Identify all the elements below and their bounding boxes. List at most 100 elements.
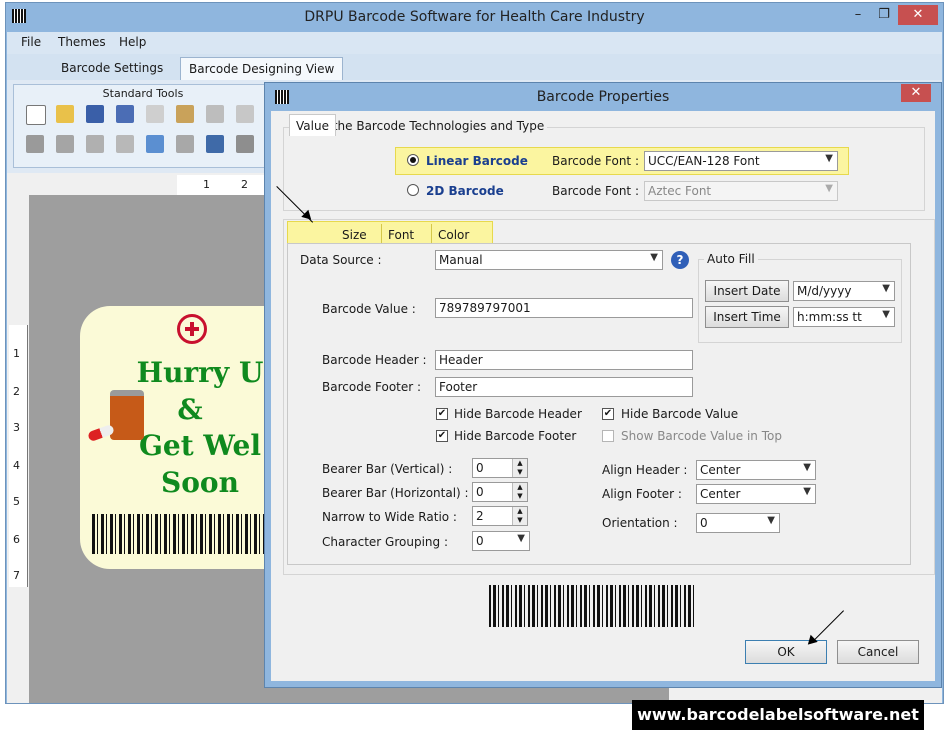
label-text-line: Soon	[161, 466, 239, 499]
spin-down-icon[interactable]: ▼	[512, 468, 527, 477]
tab-barcode-designing-view[interactable]: Barcode Designing View	[180, 57, 344, 80]
save-as-icon[interactable]	[116, 105, 134, 123]
linear-barcode-label[interactable]: Linear Barcode	[426, 154, 528, 168]
bearer-vertical-spinner[interactable]: 0 ▲ ▼	[472, 458, 528, 478]
cancel-button[interactable]: Cancel	[837, 640, 919, 664]
label-barcode-graphic	[92, 514, 278, 554]
dialog-title: Barcode Properties	[536, 89, 670, 105]
chevron-down-icon: ▼	[650, 252, 658, 263]
2d-font-select[interactable]: Aztec Font ▼	[644, 181, 838, 201]
barcode-preview	[489, 585, 697, 627]
dialog-body: Select the Barcode Technologies and Type…	[271, 111, 935, 681]
unlock-icon[interactable]	[116, 135, 134, 153]
delete-icon[interactable]	[236, 105, 254, 123]
linear-font-select[interactable]: UCC/EAN-128 Font ▼	[644, 151, 838, 171]
insert-date-button[interactable]: Insert Date	[705, 280, 789, 302]
close-button[interactable]: ✕	[898, 5, 938, 25]
bearer-horizontal-spinner[interactable]: 0 ▲ ▼	[472, 482, 528, 502]
ruler-tick-label: 3	[13, 421, 20, 434]
data-source-select[interactable]: Manual ▼	[435, 250, 663, 270]
maximize-button[interactable]: ❐	[872, 5, 896, 25]
send-back-icon[interactable]	[56, 135, 74, 153]
open-icon[interactable]	[56, 105, 74, 123]
menu-themes[interactable]: Themes	[58, 35, 106, 49]
character-grouping-value: 0	[476, 534, 484, 548]
orientation-value: 0	[700, 516, 708, 530]
align-header-value: Center	[700, 463, 741, 477]
print-icon[interactable]	[236, 135, 254, 153]
standard-tools-label: Standard Tools	[102, 87, 184, 100]
bring-front-icon[interactable]	[26, 135, 44, 153]
barcode-header-input[interactable]: Header	[435, 350, 693, 370]
chevron-down-icon: ▼	[767, 515, 775, 526]
ruler-tick-label: 1	[203, 178, 210, 191]
minimize-button[interactable]: –	[846, 5, 870, 25]
hide-value-label[interactable]: Hide Barcode Value	[621, 407, 738, 421]
save-icon[interactable]	[86, 105, 104, 123]
bearer-horizontal-label: Bearer Bar (Horizontal) :	[322, 486, 469, 500]
chevron-down-icon: ▼	[882, 283, 890, 294]
ruler-left: 1 2 3 4 5 6 7	[9, 325, 28, 587]
menu-help[interactable]: Help	[119, 35, 146, 49]
grid-icon[interactable]	[146, 135, 164, 153]
hide-header-checkbox[interactable]: ✔	[436, 408, 448, 420]
help-icon[interactable]: ?	[671, 251, 689, 269]
menu-bar: File Themes Help	[7, 32, 942, 54]
barcode-footer-label: Barcode Footer :	[322, 380, 422, 394]
barcode-label-card[interactable]: Hurry U & Get Wel Soon	[80, 306, 280, 569]
time-format-value: h:mm:ss tt	[797, 310, 862, 324]
standard-tools-group: Standard Tools	[13, 84, 273, 168]
spin-up-icon[interactable]: ▲	[512, 459, 527, 468]
window-title: DRPU Barcode Software for Health Care In…	[304, 9, 645, 25]
show-value-top-label[interactable]: Show Barcode Value in Top	[621, 429, 782, 443]
auto-fill-label: Auto Fill	[704, 252, 758, 266]
align-header-select[interactable]: Center ▼	[696, 460, 816, 480]
2d-font-value: Aztec Font	[648, 184, 712, 198]
spin-up-icon[interactable]: ▲	[512, 507, 527, 516]
ruler-tick-label: 4	[13, 459, 20, 472]
medical-cross-icon	[177, 314, 207, 344]
barcode-properties-dialog: Barcode Properties ✕ Select the Barcode …	[264, 82, 942, 688]
character-grouping-select[interactable]: 0 ▼	[472, 531, 530, 551]
2d-barcode-label[interactable]: 2D Barcode	[426, 184, 504, 198]
spin-down-icon[interactable]: ▼	[512, 516, 527, 525]
narrow-wide-ratio-value: 2	[476, 509, 484, 523]
hide-footer-label[interactable]: Hide Barcode Footer	[454, 429, 576, 443]
barcode-value-input[interactable]: 789789797001	[435, 298, 693, 318]
date-format-select[interactable]: M/d/yyyy ▼	[793, 281, 895, 301]
align-footer-value: Center	[700, 487, 741, 501]
ruler-tick-label: 6	[13, 533, 20, 546]
show-value-top-checkbox[interactable]	[602, 430, 614, 442]
export-icon[interactable]	[206, 135, 224, 153]
spin-down-icon[interactable]: ▼	[512, 492, 527, 501]
hide-footer-checkbox[interactable]: ✔	[436, 430, 448, 442]
new-icon[interactable]	[26, 105, 46, 125]
tab-barcode-settings[interactable]: Barcode Settings	[53, 57, 171, 79]
linear-font-value: UCC/EAN-128 Font	[648, 154, 760, 168]
lock-icon[interactable]	[86, 135, 104, 153]
ruler-tick-label: 2	[241, 178, 248, 191]
align-footer-select[interactable]: Center ▼	[696, 484, 816, 504]
time-format-select[interactable]: h:mm:ss tt ▼	[793, 307, 895, 327]
2d-barcode-radio[interactable]	[407, 184, 419, 196]
chevron-down-icon: ▼	[825, 183, 833, 194]
bearer-horizontal-value: 0	[476, 485, 484, 499]
hide-header-label[interactable]: Hide Barcode Header	[454, 407, 582, 421]
insert-time-button[interactable]: Insert Time	[705, 306, 789, 328]
dialog-close-button[interactable]: ✕	[901, 84, 931, 102]
orientation-select[interactable]: 0 ▼	[696, 513, 780, 533]
barcode-footer-input[interactable]: Footer	[435, 377, 693, 397]
cut-icon[interactable]	[206, 105, 224, 123]
spin-up-icon[interactable]: ▲	[512, 483, 527, 492]
database-icon[interactable]	[176, 135, 194, 153]
paste-icon[interactable]	[176, 105, 194, 123]
bearer-vertical-label: Bearer Bar (Vertical) :	[322, 462, 453, 476]
copy-icon[interactable]	[146, 105, 164, 123]
chevron-down-icon: ▼	[882, 309, 890, 320]
linear-barcode-radio[interactable]	[407, 154, 419, 166]
tab-value[interactable]: Value	[289, 114, 336, 136]
hide-value-checkbox[interactable]: ✔	[602, 408, 614, 420]
menu-file[interactable]: File	[21, 35, 41, 49]
narrow-wide-ratio-spinner[interactable]: 2 ▲ ▼	[472, 506, 528, 526]
character-grouping-label: Character Grouping :	[322, 535, 449, 549]
